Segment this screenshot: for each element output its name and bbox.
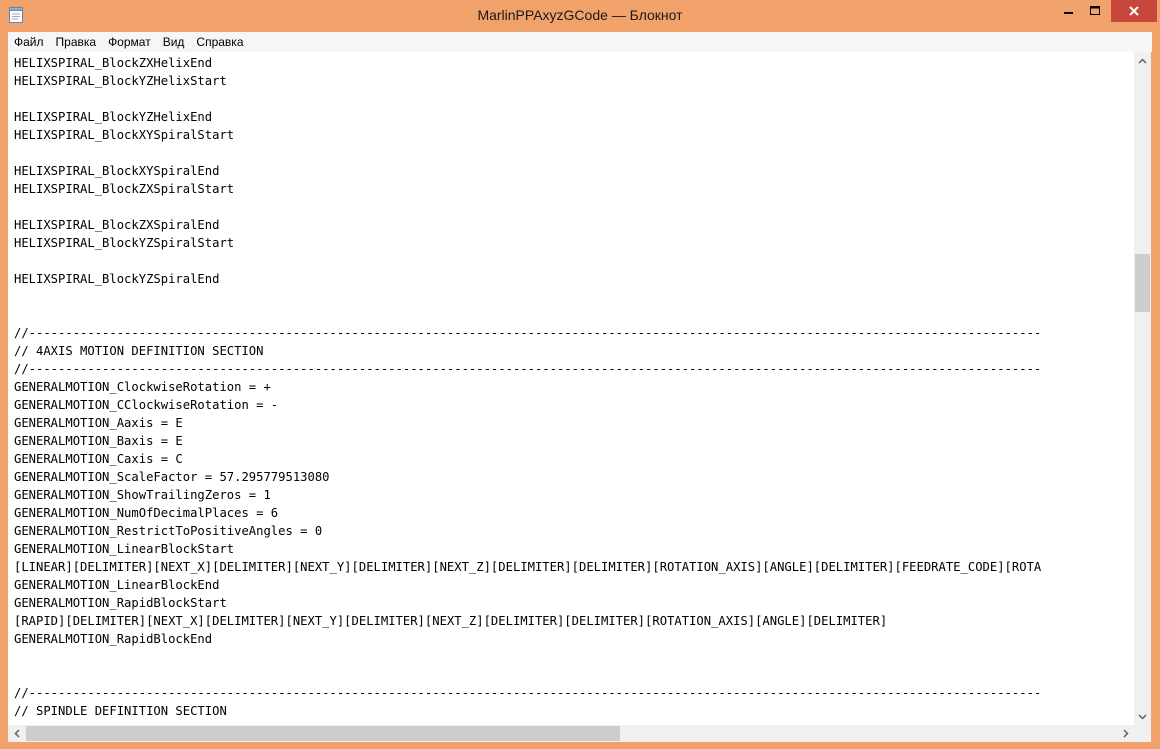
text-line: GENERALMOTION_RapidBlockStart <box>14 596 227 610</box>
text-line: HELIXSPIRAL_BlockZXHelixEnd <box>14 56 213 70</box>
menu-view[interactable]: Вид <box>157 32 191 52</box>
text-line: HELIXSPIRAL_BlockYZHelixStart <box>14 74 227 88</box>
vertical-scrollbar[interactable] <box>1134 52 1151 725</box>
maximize-button[interactable] <box>1082 0 1109 22</box>
minimize-icon <box>1063 12 1073 14</box>
text-line: GENERALMOTION_ScaleFactor = 57.295779513… <box>14 470 330 484</box>
maximize-icon <box>1090 6 1100 15</box>
text-line: GENERALMOTION_Caxis = C <box>14 452 183 466</box>
text-line: HELIXSPIRAL_BlockYZSpiralEnd <box>14 272 220 286</box>
menu-edit[interactable]: Правка <box>50 32 103 52</box>
text-line: HELIXSPIRAL_BlockZXSpiralStart <box>14 182 235 196</box>
menu-help[interactable]: Справка <box>190 32 249 52</box>
scroll-right-button[interactable] <box>1117 725 1134 742</box>
notepad-window: MarlinPPAxyzGCode — Блокнот Файл Правка … <box>0 0 1160 749</box>
window-title: MarlinPPAxyzGCode — Блокнот <box>477 7 683 23</box>
text-line: [RAPID][DELIMITER][NEXT_X][DELIMITER][NE… <box>14 614 888 628</box>
minimize-button[interactable] <box>1055 0 1082 22</box>
text-line: HELIXSPIRAL_BlockZXSpiralEnd <box>14 218 220 232</box>
horizontal-scroll-thumb[interactable] <box>26 726 620 741</box>
scrollbar-corner <box>1134 725 1151 742</box>
text-line: GENERALMOTION_ShowTrailingZeros = 1 <box>14 488 271 502</box>
text-line: GENERALMOTION_LinearBlockEnd <box>14 578 220 592</box>
menu-bar: Файл Правка Формат Вид Справка <box>8 32 1152 52</box>
scroll-left-button[interactable] <box>8 725 25 742</box>
menu-file[interactable]: Файл <box>8 32 50 52</box>
text-line: //--------------------------------------… <box>14 362 1042 376</box>
close-icon <box>1129 6 1139 16</box>
title-bar[interactable]: MarlinPPAxyzGCode — Блокнот <box>0 0 1160 32</box>
chevron-down-icon <box>1138 713 1147 720</box>
chevron-right-icon <box>1122 729 1129 738</box>
text-line: [LINEAR][DELIMITER][NEXT_X][DELIMITER][N… <box>14 560 1042 574</box>
text-line: HELIXSPIRAL_BlockYZSpiralStart <box>14 236 235 250</box>
text-line: //--------------------------------------… <box>14 686 1042 700</box>
vertical-scroll-thumb[interactable] <box>1135 254 1150 312</box>
scroll-up-button[interactable] <box>1134 52 1151 69</box>
text-line: // 4AXIS MOTION DEFINITION SECTION <box>14 344 264 358</box>
text-line: GENERALMOTION_RestrictToPositiveAngles =… <box>14 524 323 538</box>
text-line: GENERALMOTION_RapidBlockEnd <box>14 632 213 646</box>
text-line: GENERALMOTION_Aaxis = E <box>14 416 183 430</box>
text-line: //--------------------------------------… <box>14 326 1042 340</box>
text-line: GENERALMOTION_LinearBlockStart <box>14 542 235 556</box>
text-line: GENERALMOTION_Baxis = E <box>14 434 183 448</box>
text-line: HELIXSPIRAL_BlockXYSpiralStart <box>14 128 235 142</box>
text-line: GENERALMOTION_NumOfDecimalPlaces = 6 <box>14 506 279 520</box>
text-editor[interactable]: HELIXSPIRAL_BlockZXHelixEnd HELIXSPIRAL_B… <box>8 52 1134 725</box>
text-line: HELIXSPIRAL_BlockYZHelixEnd <box>14 110 213 124</box>
text-line: HELIXSPIRAL_BlockXYSpiralEnd <box>14 164 220 178</box>
chevron-left-icon <box>13 729 20 738</box>
horizontal-scrollbar[interactable] <box>8 725 1134 742</box>
scroll-down-button[interactable] <box>1134 708 1151 725</box>
text-line: GENERALMOTION_CClockwiseRotation = - <box>14 398 279 412</box>
menu-format[interactable]: Формат <box>102 32 157 52</box>
close-button[interactable] <box>1111 0 1157 22</box>
text-line: // SPINDLE DEFINITION SECTION <box>14 704 227 718</box>
chevron-up-icon <box>1138 57 1147 64</box>
text-line: GENERALMOTION_ClockwiseRotation = + <box>14 380 271 394</box>
